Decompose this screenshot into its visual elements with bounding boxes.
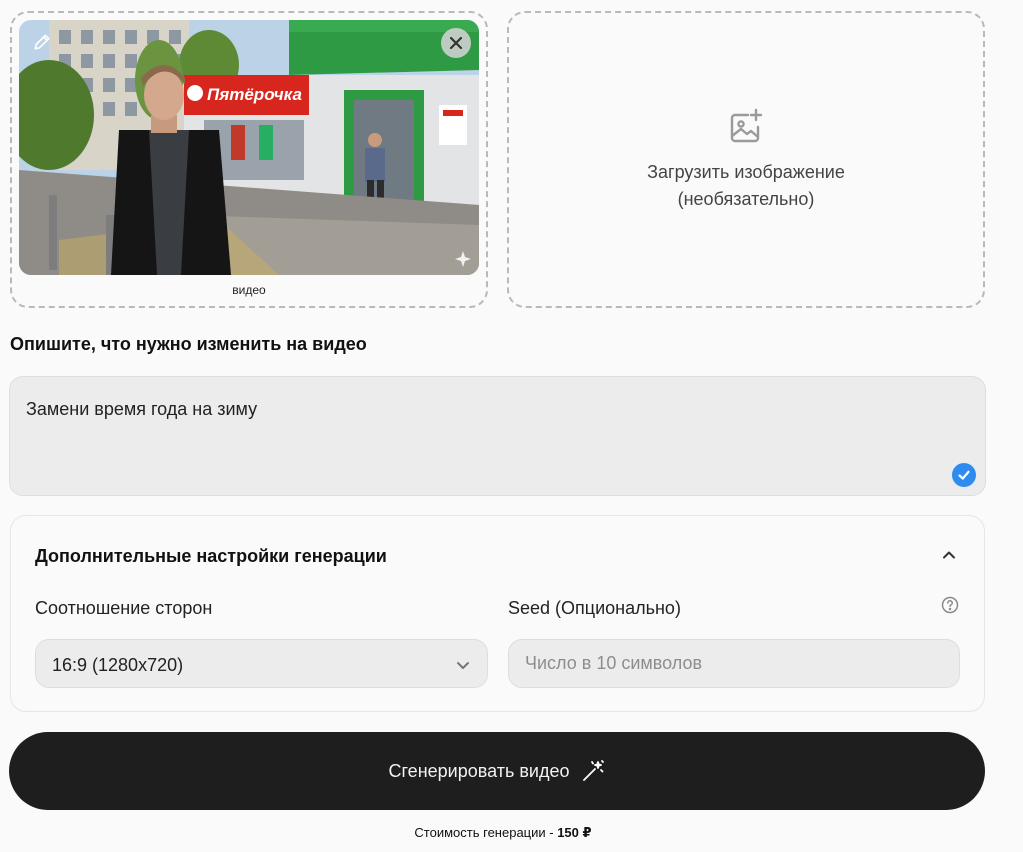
- prompt-label: Опишите, что нужно изменить на видео: [10, 334, 367, 354]
- settings-title: Дополнительные настройки генерации: [35, 546, 387, 566]
- storefront-sign: Пятёрочка: [207, 85, 302, 104]
- aspect-ratio-value: 16:9 (1280x720): [52, 655, 184, 675]
- upload-row: Пятёрочка видео Загрузить изображение (н…: [10, 11, 986, 308]
- chevron-down-icon: [457, 662, 469, 669]
- image-plus-icon: [730, 108, 763, 143]
- sparkle-icon: [455, 251, 471, 267]
- close-icon: [449, 36, 463, 50]
- prompt-textarea[interactable]: Замени время года на зиму: [9, 376, 986, 496]
- image-upload-dropzone[interactable]: Загрузить изображение (необязательно): [507, 11, 985, 308]
- generation-settings-panel: Дополнительные настройки генерации Соотн…: [10, 515, 985, 712]
- video-thumbnail[interactable]: Пятёрочка: [19, 20, 479, 275]
- prompt-text[interactable]: Замени время года на зиму: [26, 399, 257, 420]
- aspect-ratio-select[interactable]: 16:9 (1280x720): [35, 639, 488, 688]
- image-upload-text: Загрузить изображение (необязательно): [647, 162, 845, 209]
- help-circle-icon[interactable]: [941, 596, 959, 614]
- seed-input[interactable]: [508, 639, 960, 688]
- image-upload-content: Загрузить изображение (необязательно): [509, 107, 983, 213]
- magic-wand-icon: [583, 760, 605, 781]
- video-preview-image: Пятёрочка: [19, 20, 479, 275]
- cost-amount: 150 ₽: [557, 825, 592, 840]
- prompt-check-badge: [952, 463, 976, 487]
- aspect-ratio-label: Соотношение сторон: [35, 598, 213, 618]
- remove-video-button[interactable]: [441, 28, 471, 58]
- video-dropzone[interactable]: Пятёрочка видео: [10, 11, 488, 308]
- generate-video-button[interactable]: Сгенерировать видео: [9, 732, 985, 810]
- seed-label: Seed (Опционально): [508, 598, 681, 618]
- video-caption: видео: [232, 283, 266, 297]
- check-circle-icon: [958, 470, 970, 480]
- generate-button-label: Сгенерировать видео: [388, 760, 570, 781]
- edit-video-button[interactable]: [29, 29, 55, 55]
- generation-cost: Стоимость генерации - 150 ₽: [0, 825, 1006, 841]
- cost-prefix: Стоимость генерации -: [414, 825, 558, 840]
- pencil-icon: [34, 34, 50, 50]
- chevron-up-icon[interactable]: [940, 546, 958, 564]
